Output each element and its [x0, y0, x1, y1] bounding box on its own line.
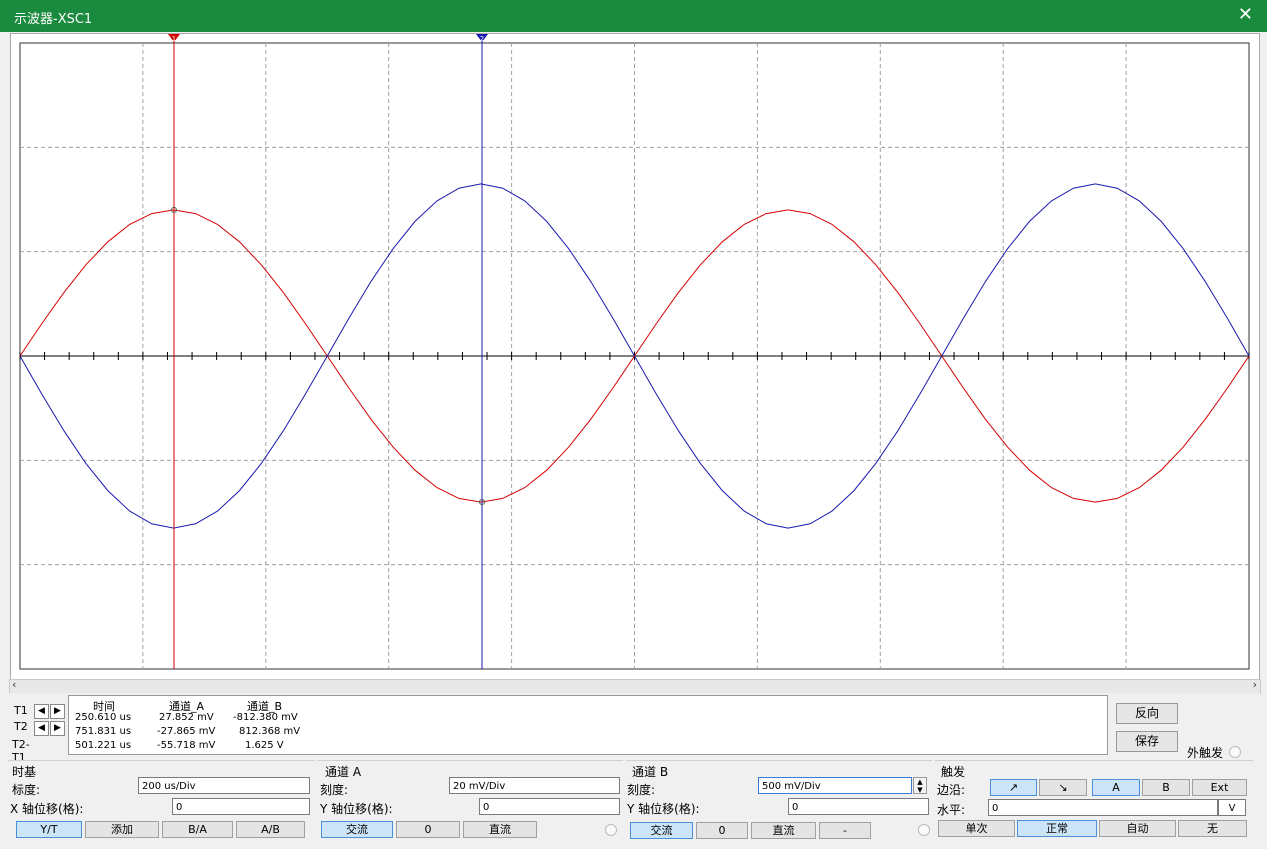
- timebase-scale-input[interactable]: 200 us/Div: [138, 777, 310, 794]
- ext-trigger-terminal[interactable]: [1229, 746, 1241, 758]
- trigger-source-b-button[interactable]: B: [1142, 779, 1190, 796]
- channel-a-ypos-label: Y 轴位移(格):: [320, 802, 393, 816]
- readout-dt-cha: -55.718 mV: [157, 740, 216, 751]
- trigger-level-input[interactable]: 0: [988, 799, 1218, 816]
- channel-b-scale-input[interactable]: 500 mV/Div: [758, 777, 912, 794]
- channel-b-scale-spinner[interactable]: ▲ ▼: [913, 777, 927, 794]
- trigger-edge-label: 边沿:: [937, 783, 966, 797]
- cursor-1-marker-label: 1: [172, 35, 176, 43]
- save-button[interactable]: 保存: [1116, 731, 1178, 752]
- channel-a-zero-button[interactable]: 0: [396, 821, 460, 838]
- readout-t2-time: 751.831 us: [75, 726, 132, 737]
- readout-dt-time: 501.221 us: [75, 740, 132, 751]
- channel-b-ypos-input[interactable]: 0: [788, 798, 929, 815]
- readout-t2-cha: -27.865 mV: [157, 726, 216, 737]
- t1-label: T1: [14, 704, 28, 717]
- readout-dt-chb: 1.625 V: [245, 740, 284, 751]
- reverse-button[interactable]: 反向: [1116, 703, 1178, 724]
- trigger-source-a-button[interactable]: A: [1092, 779, 1140, 796]
- trigger-none-button[interactable]: 无: [1178, 820, 1247, 837]
- mode-ab-button[interactable]: A/B: [236, 821, 305, 838]
- channel-a-title: 通道 A: [325, 765, 362, 779]
- oscilloscope-screen[interactable]: 12: [10, 33, 1260, 680]
- cursor-readout-table: 时间 通道_A 通道_B 250.610 us 27.852 mV -812.3…: [68, 695, 1108, 755]
- trigger-normal-button[interactable]: 正常: [1017, 820, 1097, 837]
- t2-right-arrow-icon[interactable]: ▶: [50, 721, 65, 736]
- readout-t2-chb: 812.368 mV: [239, 726, 301, 737]
- cursor-2-marker-label: 2: [480, 35, 484, 43]
- channel-a-scale-label: 刻度:: [320, 783, 349, 797]
- timebase-title: 时基: [12, 765, 37, 779]
- horizontal-scrollbar[interactable]: ‹ ›: [9, 678, 1261, 694]
- timebase-group: 时基 标度: 200 us/Div X 轴位移(格): 0 Y/T 添加 B/A…: [8, 760, 314, 843]
- timebase-scale-label: 标度:: [12, 783, 41, 797]
- channel-b-ac-button[interactable]: 交流: [630, 822, 693, 839]
- oscilloscope-plot: 12: [19, 34, 1250, 670]
- channel-b-zero-button[interactable]: 0: [696, 822, 748, 839]
- channel-a-scale-input[interactable]: 20 mV/Div: [449, 777, 620, 794]
- readout-t1-cha: 27.852 mV: [159, 712, 214, 723]
- channel-b-ypos-label: Y 轴位移(格):: [627, 802, 700, 816]
- scroll-right-icon[interactable]: ›: [1253, 678, 1257, 691]
- readout-t1-chb: -812.380 mV: [233, 712, 298, 723]
- trigger-group: 触发 边沿: ↗ ↘ A B Ext 水平: 0 V 单次 正常 自动 无: [935, 760, 1253, 843]
- x-position-label: X 轴位移(格):: [10, 802, 84, 816]
- channel-a-terminal[interactable]: [605, 824, 617, 836]
- trigger-single-button[interactable]: 单次: [938, 820, 1015, 837]
- mode-yt-button[interactable]: Y/T: [16, 821, 82, 838]
- mode-ba-button[interactable]: B/A: [162, 821, 233, 838]
- readout-t1-time: 250.610 us: [75, 712, 132, 723]
- trigger-rising-edge-button[interactable]: ↗: [990, 779, 1037, 796]
- channel-b-dc-button[interactable]: 直流: [751, 822, 816, 839]
- ext-trigger-label: 外触发: [1187, 746, 1224, 760]
- t2-left-arrow-icon[interactable]: ◀: [34, 721, 49, 736]
- t2-label: T2: [14, 720, 28, 733]
- scroll-left-icon[interactable]: ‹: [12, 678, 16, 691]
- x-position-input[interactable]: 0: [172, 798, 310, 815]
- trigger-title: 触发: [941, 765, 966, 779]
- trigger-auto-button[interactable]: 自动: [1099, 820, 1176, 837]
- trigger-falling-edge-button[interactable]: ↘: [1039, 779, 1087, 796]
- channel-a-dc-button[interactable]: 直流: [463, 821, 537, 838]
- channel-b-title: 通道 B: [632, 765, 669, 779]
- t1-left-arrow-icon[interactable]: ◀: [34, 704, 49, 719]
- channel-a-ac-button[interactable]: 交流: [321, 821, 393, 838]
- channel-b-scale-label: 刻度:: [627, 783, 656, 797]
- mode-add-button[interactable]: 添加: [85, 821, 159, 838]
- title-bar: 示波器-XSC1 ✕: [0, 0, 1267, 32]
- channel-a-ypos-input[interactable]: 0: [479, 798, 620, 815]
- channel-a-group: 通道 A 刻度: 20 mV/Div Y 轴位移(格): 0 交流 0 直流: [317, 760, 623, 843]
- trigger-level-unit-select[interactable]: V: [1218, 799, 1246, 816]
- t1-right-arrow-icon[interactable]: ▶: [50, 704, 65, 719]
- window-title: 示波器-XSC1: [14, 12, 93, 27]
- channel-b-terminal[interactable]: [918, 824, 930, 836]
- trigger-source-ext-button[interactable]: Ext: [1192, 779, 1247, 796]
- channel-b-group: 通道 B 刻度: 500 mV/Div ▲ ▼ Y 轴位移(格): 0 交流 0 …: [626, 760, 932, 843]
- trigger-level-label: 水平:: [937, 803, 966, 817]
- channel-b-minus-button[interactable]: -: [819, 822, 871, 839]
- close-icon[interactable]: ✕: [1238, 4, 1253, 25]
